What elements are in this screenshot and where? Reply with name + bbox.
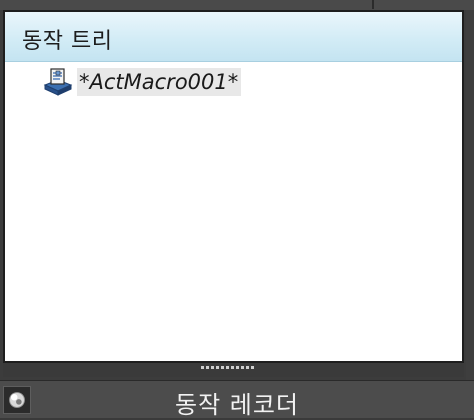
tree-item-macro[interactable]: *ActMacro001* — [43, 67, 242, 97]
grip-dots-icon — [201, 366, 254, 370]
bottom-bar: 동작 레코더 — [0, 380, 474, 419]
action-tree-window: 동작 트리 *ActMacro001* 동작 레코더 — [0, 0, 474, 419]
recorder-title: 동작 레코더 — [174, 391, 300, 419]
top-strip — [0, 0, 474, 10]
panel-title: 동작 트리 — [22, 29, 113, 54]
macro-recorder-icon — [43, 68, 73, 96]
splitter-handle[interactable] — [3, 363, 464, 377]
top-divider — [372, 0, 374, 9]
panel-header: 동작 트리 — [5, 12, 462, 62]
tree-item-label: *ActMacro001* — [77, 68, 242, 96]
action-tree-panel: 동작 트리 *ActMacro001* — [3, 10, 464, 363]
right-edge — [466, 10, 474, 380]
